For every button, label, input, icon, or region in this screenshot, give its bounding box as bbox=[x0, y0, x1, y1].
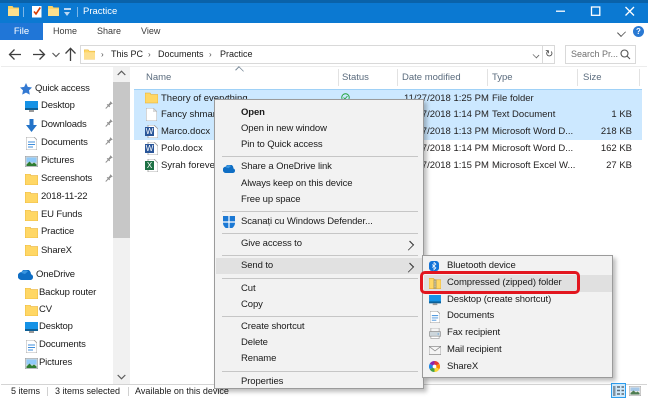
svg-text:W: W bbox=[146, 127, 154, 136]
svg-text:W: W bbox=[146, 144, 154, 153]
svg-text:X: X bbox=[147, 161, 153, 170]
